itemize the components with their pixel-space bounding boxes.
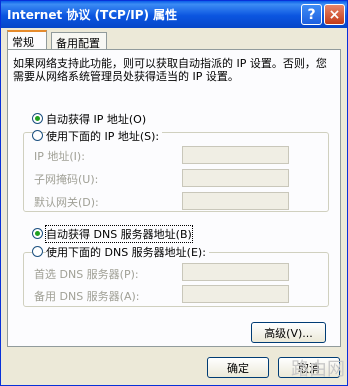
default-gateway-label: 默认网关(D): — [34, 196, 99, 209]
preferred-dns-field[interactable] — [182, 263, 289, 281]
alternate-dns-label: 备用 DNS 服务器(A): — [34, 290, 140, 303]
tab-alternate-config[interactable]: 备用配置 — [51, 32, 107, 50]
ip-auto-label[interactable]: 自动获得 IP 地址(O) — [46, 111, 146, 127]
dns-manual-label[interactable]: 使用下面的 DNS 服务器地址(E): — [46, 244, 209, 260]
advanced-button[interactable]: 高级(V)... — [251, 322, 326, 343]
dialog-window: Internet 协议 (TCP/IP) 属性 ? × 常规 备用配置 如果网络… — [0, 0, 348, 386]
close-icon: × — [328, 6, 341, 23]
question-mark-icon: ? — [307, 6, 316, 23]
tab-general[interactable]: 常规 — [7, 30, 47, 49]
dns-auto-label[interactable]: 自动获得 DNS 服务器地址(B) — [45, 225, 193, 243]
dns-manual-radio[interactable] — [32, 246, 43, 257]
subnet-mask-field[interactable] — [182, 169, 289, 187]
ip-manual-label[interactable]: 使用下面的 IP 地址(S): — [46, 128, 163, 144]
close-button[interactable]: × — [324, 4, 345, 25]
preferred-dns-label: 首选 DNS 服务器(P): — [34, 268, 139, 281]
ip-auto-radio[interactable] — [32, 113, 43, 124]
ip-address-label: IP 地址(I): — [34, 150, 85, 163]
dns-auto-radio[interactable] — [32, 228, 43, 239]
window-title: Internet 协议 (TCP/IP) 属性 — [7, 8, 178, 22]
subnet-mask-label: 子网掩码(U): — [34, 173, 99, 186]
description-text: 如果网络支持此功能，则可以获取自动指派的 IP 设置。否则，您需要从网络系统管理… — [13, 57, 327, 83]
watermark-text: 路由网 — [291, 359, 345, 380]
ip-manual-radio[interactable] — [32, 130, 43, 141]
alternate-dns-field[interactable] — [182, 285, 289, 303]
help-button[interactable]: ? — [301, 4, 322, 25]
ip-address-field[interactable] — [182, 146, 289, 164]
ok-button[interactable]: 确定 — [207, 357, 269, 378]
default-gateway-field[interactable] — [182, 192, 289, 210]
title-bar[interactable]: Internet 协议 (TCP/IP) 属性 ? × — [1, 1, 347, 28]
